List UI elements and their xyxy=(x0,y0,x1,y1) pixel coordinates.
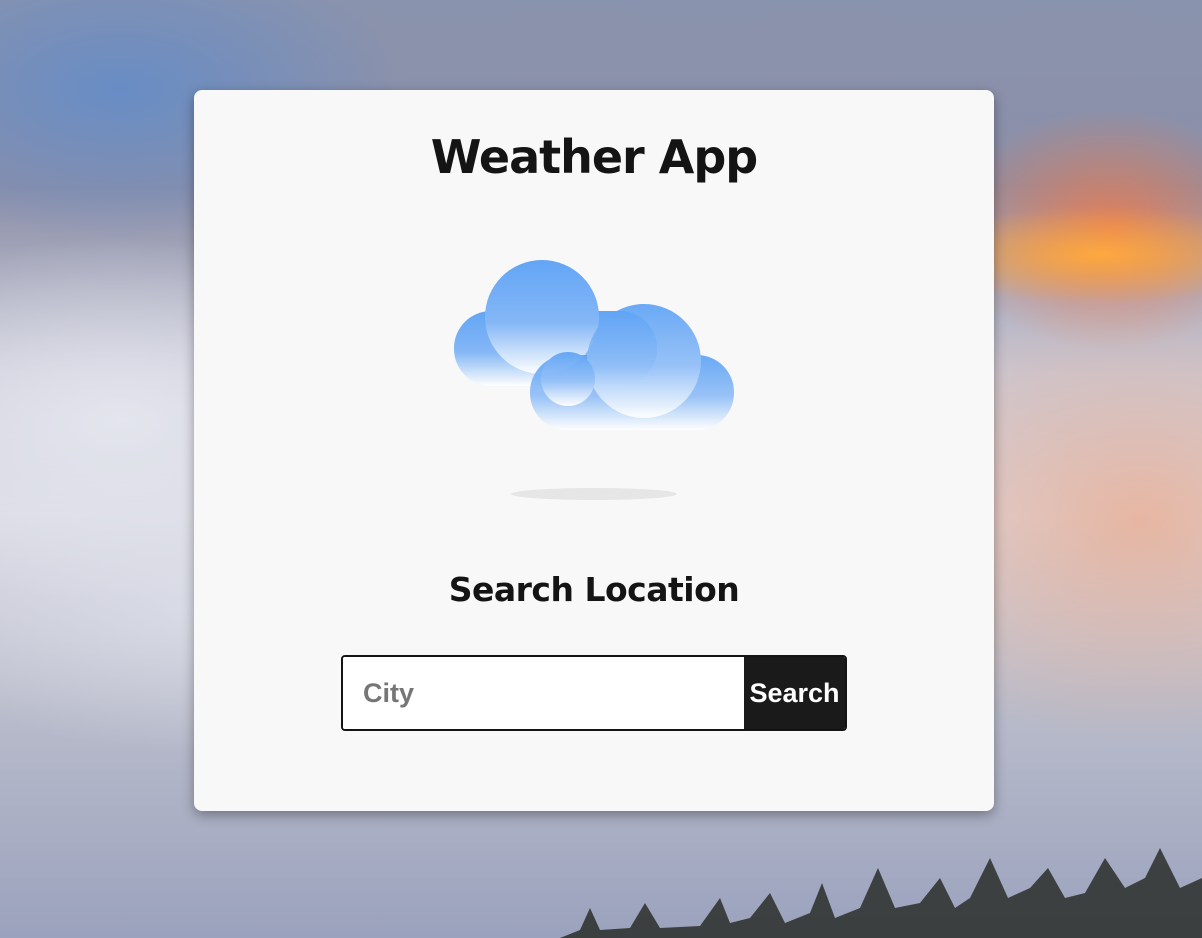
app-title: Weather App xyxy=(430,130,758,184)
cloudy-icon xyxy=(454,260,734,430)
forest-treeline xyxy=(560,848,1202,938)
icon-shadow xyxy=(511,488,677,500)
weather-card: Weather App Search Location City Search xyxy=(194,90,994,811)
search-form: Search xyxy=(341,655,847,731)
search-heading: Search Location xyxy=(448,570,740,609)
search-button[interactable]: Search xyxy=(744,657,845,729)
city-input[interactable] xyxy=(343,657,744,729)
